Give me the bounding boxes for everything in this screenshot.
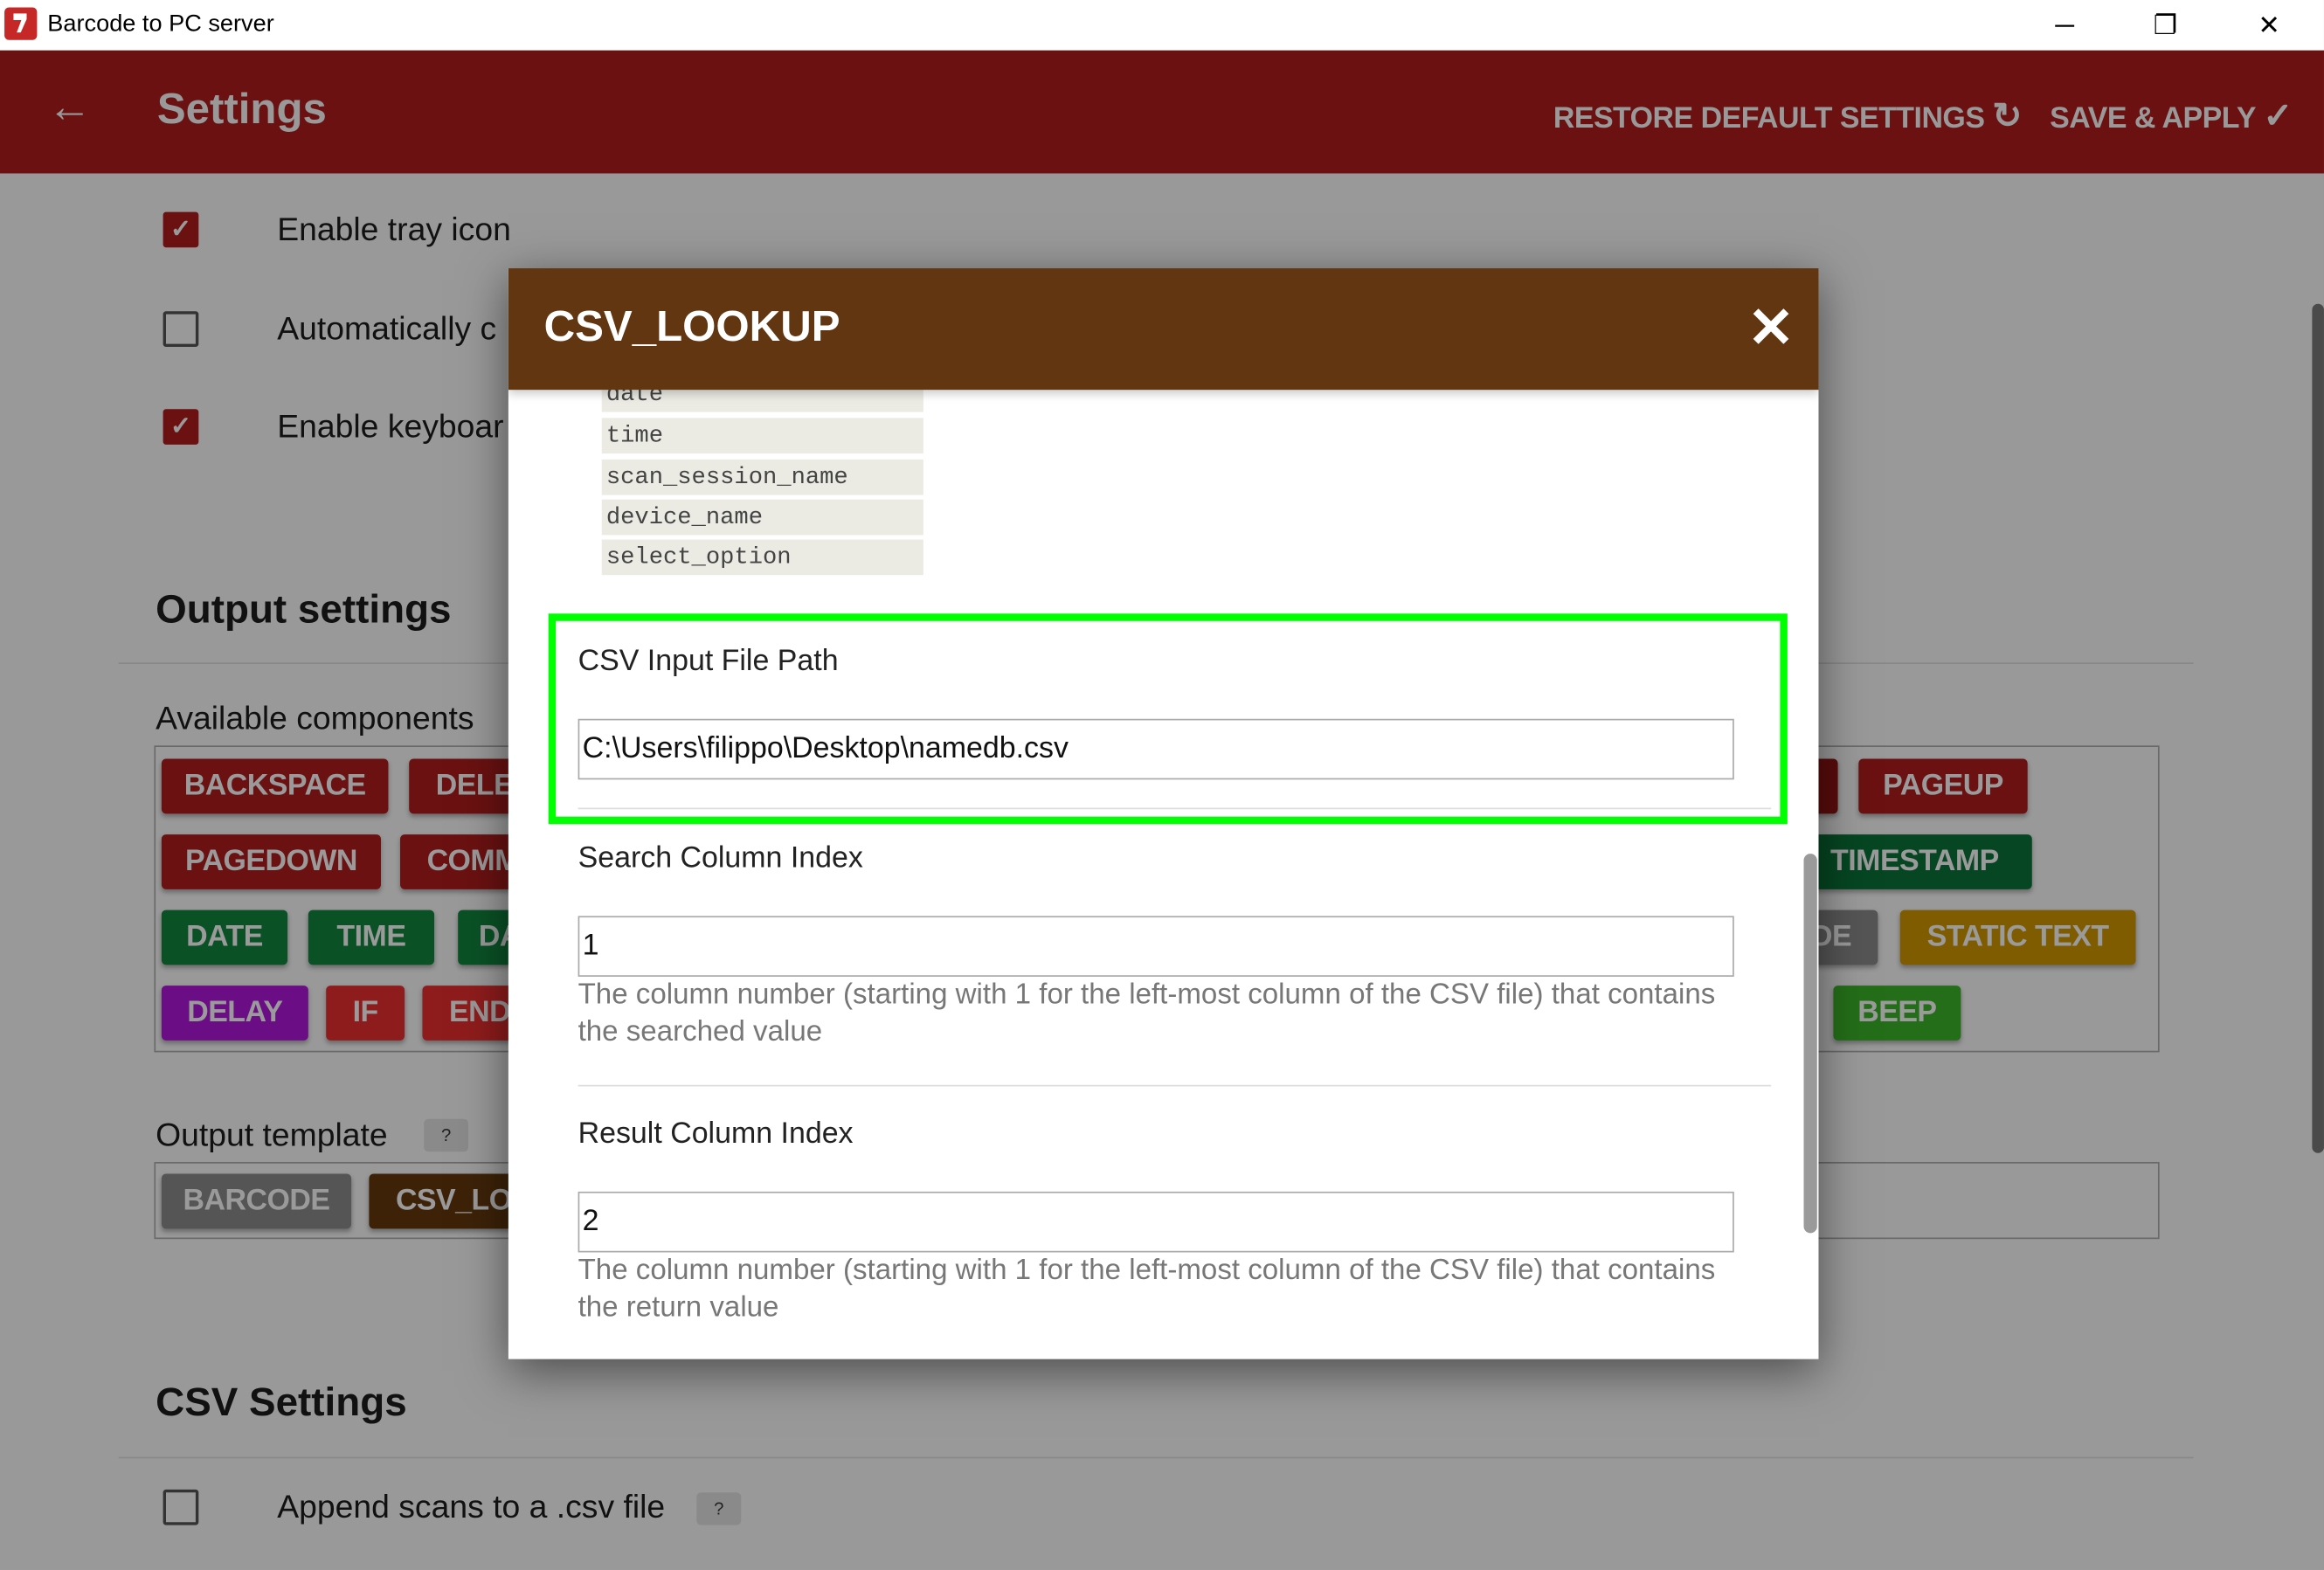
chip-date[interactable]: DATE — [161, 909, 288, 965]
close-icon[interactable]: ✕ — [1747, 295, 1795, 362]
append-csv-label: Append scans to a .csv file — [277, 1488, 666, 1525]
restore-defaults-button[interactable]: RESTORE DEFAULT SETTINGS ↻ — [1553, 95, 2023, 138]
chip-static-text[interactable]: STATIC TEXT — [1899, 909, 2136, 965]
save-apply-button[interactable]: SAVE & APPLY ✓ — [2050, 95, 2293, 138]
minimize-button[interactable]: ─ — [2030, 6, 2099, 45]
available-components-label: Available components — [156, 699, 474, 737]
chip-backspace[interactable]: BACKSPACE — [161, 758, 389, 814]
csv-path-input[interactable]: C:\Users\filippo\Desktop\namedb.csv — [578, 718, 1734, 780]
dialog-title: CSV_LOOKUP — [543, 303, 840, 352]
tray-icon-checkbox[interactable]: ✓ — [163, 211, 199, 248]
divider — [578, 807, 1772, 810]
search-column-input[interactable]: 1 — [578, 916, 1734, 977]
append-csv-checkbox[interactable] — [163, 1489, 199, 1525]
back-arrow-icon[interactable]: ← — [47, 83, 92, 134]
auto-start-checkbox[interactable] — [163, 311, 199, 347]
app-header: ← Settings RESTORE DEFAULT SETTINGS ↻ SA… — [0, 50, 2324, 174]
result-column-label: Result Column Index — [578, 1117, 854, 1151]
tray-icon-label: Enable tray icon — [277, 210, 511, 248]
close-window-button[interactable]: ✕ — [2235, 6, 2303, 45]
csv-lookup-dialog: CSV_LOOKUP ✕ date time scan_session_name… — [508, 268, 1819, 1359]
chip-pagedown[interactable]: PAGEDOWN — [161, 834, 381, 889]
variable-item: select_option — [601, 539, 923, 576]
title-bar: Barcode to PC server ─ ❐ ✕ — [0, 0, 2324, 51]
window-title: Barcode to PC server — [47, 11, 274, 38]
page-scrollbar[interactable] — [2312, 303, 2324, 1153]
check-icon: ✓ — [2263, 96, 2293, 137]
variable-item: device_name — [601, 499, 923, 536]
chip-time[interactable]: TIME — [308, 909, 435, 965]
keyboard-label: Enable keyboar — [277, 407, 504, 445]
app-window: Barcode to PC server ─ ❐ ✕ ← Settings RE… — [0, 0, 2324, 1570]
csv-settings-heading: CSV Settings — [156, 1380, 407, 1425]
divider — [578, 1084, 1772, 1087]
template-chip-barcode[interactable]: BARCODE — [161, 1173, 352, 1229]
chip-timestamp[interactable]: TIMESTAMP — [1793, 834, 2032, 889]
chip-beep[interactable]: BEEP — [1833, 986, 1961, 1041]
output-settings-heading: Output settings — [156, 586, 452, 632]
auto-start-label: Automatically c — [277, 309, 497, 347]
dialog-scrollbar[interactable] — [1803, 854, 1817, 1234]
csv-path-label: CSV Input File Path — [578, 644, 839, 678]
search-column-label: Search Column Index — [578, 841, 863, 875]
variable-item: time — [601, 418, 923, 454]
help-badge[interactable]: ? — [696, 1492, 742, 1525]
keyboard-checkbox[interactable]: ✓ — [163, 409, 199, 445]
result-column-input[interactable]: 2 — [578, 1191, 1734, 1253]
chip-if[interactable]: IF — [326, 986, 405, 1041]
chip-delay[interactable]: DELAY — [161, 986, 308, 1041]
help-badge[interactable]: ? — [424, 1118, 469, 1152]
refresh-icon: ↻ — [1992, 96, 2022, 137]
output-template-label: Output template — [156, 1116, 388, 1153]
divider — [118, 1456, 2194, 1459]
dialog-header: CSV_LOOKUP ✕ — [508, 268, 1819, 391]
restore-label: RESTORE DEFAULT SETTINGS — [1553, 102, 1985, 135]
chip-pageup[interactable]: PAGEUP — [1858, 758, 2028, 814]
page-title: Settings — [156, 86, 327, 134]
save-label: SAVE & APPLY — [2050, 102, 2256, 135]
app-logo-icon — [4, 7, 38, 40]
restore-button[interactable]: ❐ — [2131, 6, 2199, 45]
variable-item: scan_session_name — [601, 459, 923, 495]
search-column-help: The column number (starting with 1 for t… — [578, 978, 1716, 1048]
result-column-help: The column number (starting with 1 for t… — [578, 1254, 1716, 1324]
